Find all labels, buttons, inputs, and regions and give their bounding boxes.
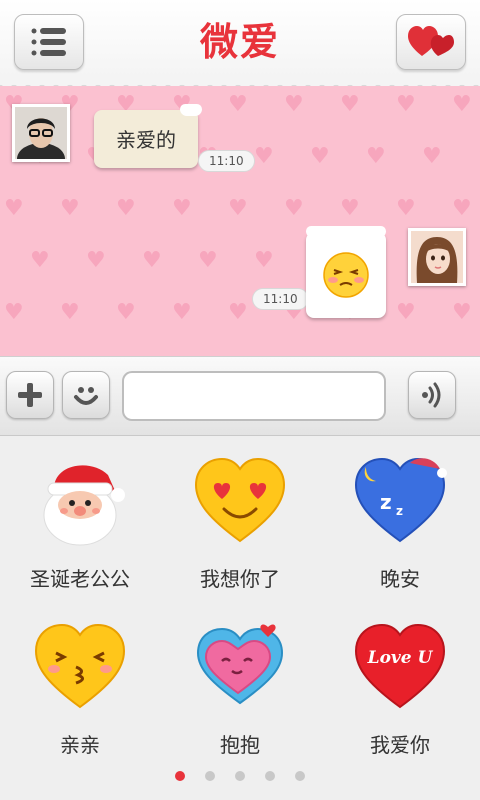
background-heart: ♥ bbox=[254, 144, 274, 169]
emoticon-label: 晚安 bbox=[380, 567, 420, 591]
bubble-snow-cap bbox=[180, 104, 202, 116]
app-title: 微爱 bbox=[199, 20, 280, 64]
bubble-snow-cap bbox=[306, 226, 386, 238]
background-heart: ♥ bbox=[228, 92, 248, 117]
background-heart: ♥ bbox=[86, 248, 106, 273]
page-indicator bbox=[0, 766, 480, 786]
background-heart: ♥ bbox=[310, 144, 330, 169]
background-heart: ♥ bbox=[60, 196, 80, 221]
page-dot[interactable] bbox=[295, 771, 305, 781]
background-heart: ♥ bbox=[452, 300, 472, 325]
kissing-heart-icon bbox=[34, 623, 126, 709]
message-text: 亲爱的 bbox=[116, 128, 176, 152]
emoticon-item-kiss[interactable]: 亲亲 bbox=[0, 603, 160, 773]
voice-button[interactable] bbox=[408, 371, 456, 419]
message-bubble-me[interactable]: 亲爱的 bbox=[94, 104, 202, 168]
emoticon-item-hug[interactable]: 抱抱 bbox=[160, 603, 320, 773]
page-dot[interactable] bbox=[175, 771, 185, 781]
svg-text:z: z bbox=[380, 490, 392, 514]
background-heart: ♥ bbox=[452, 196, 472, 221]
plus-icon bbox=[18, 383, 42, 407]
background-heart: ♥ bbox=[340, 196, 360, 221]
background-heart: ♥ bbox=[116, 196, 136, 221]
message-input[interactable] bbox=[122, 371, 386, 421]
background-heart: ♥ bbox=[142, 248, 162, 273]
list-icon bbox=[31, 28, 66, 56]
svg-text:z: z bbox=[396, 504, 403, 518]
chat-area[interactable]: ♥♥♥♥♥♥♥♥♥♥♥♥♥♥♥♥♥♥♥♥♥♥♥♥♥♥♥♥♥♥♥♥♥♥♥♥♥♥♥♥… bbox=[0, 86, 480, 356]
emoticon-item-good-night[interactable]: z z 晚安 bbox=[320, 437, 480, 607]
background-heart: ♥ bbox=[452, 92, 472, 117]
santa-face-icon bbox=[43, 465, 125, 546]
love-u-text: Love U bbox=[367, 648, 434, 668]
background-heart: ♥ bbox=[228, 300, 248, 325]
add-button[interactable] bbox=[6, 371, 54, 419]
hearts-button[interactable] bbox=[396, 14, 466, 70]
page-dot[interactable] bbox=[235, 771, 245, 781]
emoticon-label: 我爱你 bbox=[370, 733, 430, 757]
background-heart: ♥ bbox=[396, 92, 416, 117]
heart-eyes-heart-icon bbox=[194, 457, 286, 543]
background-heart: ♥ bbox=[366, 144, 386, 169]
background-heart: ♥ bbox=[60, 300, 80, 325]
background-heart: ♥ bbox=[30, 248, 50, 273]
emoticon-label: 亲亲 bbox=[60, 733, 100, 757]
background-heart: ♥ bbox=[396, 300, 416, 325]
background-heart: ♥ bbox=[172, 300, 192, 325]
hugging-heart-icon bbox=[196, 624, 284, 705]
background-heart: ♥ bbox=[340, 92, 360, 117]
hearts-icon bbox=[408, 26, 454, 56]
top-bar: 微爱 bbox=[0, 0, 480, 94]
emoji-button[interactable] bbox=[62, 371, 110, 419]
background-heart: ♥ bbox=[284, 92, 304, 117]
input-bar bbox=[0, 356, 480, 436]
message-bubble-her[interactable] bbox=[306, 226, 386, 318]
message-time: 11:10 bbox=[252, 288, 309, 310]
emoticon-label: 抱抱 bbox=[220, 733, 260, 757]
background-heart: ♥ bbox=[396, 196, 416, 221]
background-heart: ♥ bbox=[116, 300, 136, 325]
emoticon-item-miss-you[interactable]: 我想你了 bbox=[160, 437, 320, 607]
message-time: 11:10 bbox=[198, 150, 255, 172]
page-dot[interactable] bbox=[205, 771, 215, 781]
blushing-face-icon bbox=[323, 252, 369, 298]
background-heart: ♥ bbox=[228, 196, 248, 221]
background-heart: ♥ bbox=[422, 144, 442, 169]
emoticon-label: 圣诞老公公 bbox=[30, 567, 130, 591]
emoticon-label: 我想你了 bbox=[200, 567, 280, 591]
smiley-icon bbox=[74, 387, 98, 405]
background-heart: ♥ bbox=[284, 196, 304, 221]
background-heart: ♥ bbox=[172, 196, 192, 221]
background-heart: ♥ bbox=[4, 300, 24, 325]
love-u-heart-icon: Love U bbox=[354, 623, 446, 709]
sleeping-heart-icon: z z bbox=[354, 457, 447, 543]
menu-button[interactable] bbox=[14, 14, 84, 70]
background-heart: ♥ bbox=[4, 196, 24, 221]
partner-avatar[interactable] bbox=[408, 228, 466, 286]
emoticon-grid: 圣诞老公公 我想你了 z z 晚安 亲亲 抱抱 Love U 我爱你 bbox=[0, 437, 480, 767]
sound-wave-icon bbox=[422, 382, 441, 408]
background-heart: ♥ bbox=[254, 248, 274, 273]
emoticon-item-santa[interactable]: 圣诞老公公 bbox=[0, 437, 160, 607]
page-dot[interactable] bbox=[265, 771, 275, 781]
emoticon-item-love-you[interactable]: Love U 我爱你 bbox=[320, 603, 480, 773]
my-avatar[interactable] bbox=[12, 104, 70, 162]
background-heart: ♥ bbox=[198, 248, 218, 273]
